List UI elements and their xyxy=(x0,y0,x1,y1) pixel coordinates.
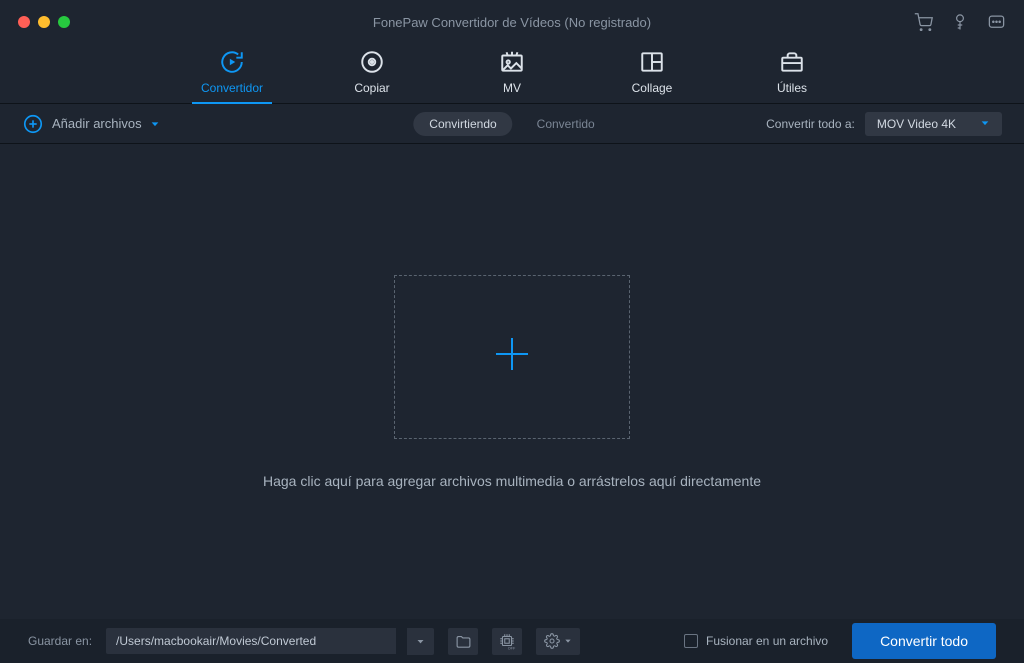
format-select[interactable]: MOV Video 4K xyxy=(865,112,1002,136)
disc-icon xyxy=(359,49,385,75)
toolbox-icon xyxy=(779,49,805,75)
add-files-label: Añadir archivos xyxy=(52,116,142,131)
titlebar-actions xyxy=(914,13,1006,32)
tab-mv[interactable]: MV xyxy=(472,49,552,103)
mv-icon xyxy=(499,49,525,75)
main-area: Haga clic aquí para agregar archivos mul… xyxy=(0,144,1024,619)
bottombar: Guardar en: OFF Fusionar en un archivo C… xyxy=(0,619,1024,663)
tab-label: Collage xyxy=(632,81,673,95)
window-controls xyxy=(18,16,70,28)
save-label: Guardar en: xyxy=(28,634,92,648)
convert-icon xyxy=(219,49,245,75)
open-folder-button[interactable] xyxy=(448,628,478,655)
key-icon[interactable] xyxy=(951,13,969,31)
add-files-button[interactable]: Añadir archivos xyxy=(22,113,160,135)
status-convertido[interactable]: Convertido xyxy=(521,112,611,136)
tab-copiar[interactable]: Copiar xyxy=(332,49,412,103)
tab-label: MV xyxy=(503,81,521,95)
subbar: Añadir archivos Convirtiendo Convertido … xyxy=(0,104,1024,144)
convert-all-button[interactable]: Convertir todo xyxy=(852,623,996,659)
checkbox-icon xyxy=(684,634,698,648)
tab-label: Copiar xyxy=(354,81,389,95)
dropzone[interactable] xyxy=(394,275,630,439)
tab-collage[interactable]: Collage xyxy=(612,49,692,103)
app-title: FonePaw Convertidor de Vídeos (No regist… xyxy=(373,15,651,30)
status-tabs: Convirtiendo Convertido xyxy=(413,112,610,136)
tab-label: Convertidor xyxy=(201,81,263,95)
plus-icon xyxy=(488,330,536,383)
tab-utiles[interactable]: Útiles xyxy=(752,49,832,103)
convert-all-label: Convertir todo a: xyxy=(766,117,855,131)
minimize-window-button[interactable] xyxy=(38,16,50,28)
status-convirtiendo[interactable]: Convirtiendo xyxy=(413,112,512,136)
merge-label: Fusionar en un archivo xyxy=(706,634,828,648)
main-tabs: Convertidor Copiar MV Collage Útiles xyxy=(0,44,1024,104)
svg-text:OFF: OFF xyxy=(508,646,516,650)
dropzone-hint: Haga clic aquí para agregar archivos mul… xyxy=(263,473,761,489)
settings-button[interactable] xyxy=(536,628,580,655)
feedback-icon[interactable] xyxy=(987,13,1006,32)
titlebar: FonePaw Convertidor de Vídeos (No regist… xyxy=(0,0,1024,44)
collage-icon xyxy=(639,49,665,75)
chevron-down-icon xyxy=(980,117,990,131)
maximize-window-button[interactable] xyxy=(58,16,70,28)
save-path-dropdown[interactable] xyxy=(406,628,434,655)
tab-label: Útiles xyxy=(777,81,807,95)
cart-icon[interactable] xyxy=(914,13,933,32)
convert-all-group: Convertir todo a: MOV Video 4K xyxy=(766,112,1002,136)
tab-convertidor[interactable]: Convertidor xyxy=(192,49,272,103)
format-value: MOV Video 4K xyxy=(877,117,956,131)
close-window-button[interactable] xyxy=(18,16,30,28)
merge-checkbox[interactable]: Fusionar en un archivo xyxy=(684,634,828,648)
gpu-accel-button[interactable]: OFF xyxy=(492,628,522,655)
save-path-input[interactable] xyxy=(106,628,396,654)
